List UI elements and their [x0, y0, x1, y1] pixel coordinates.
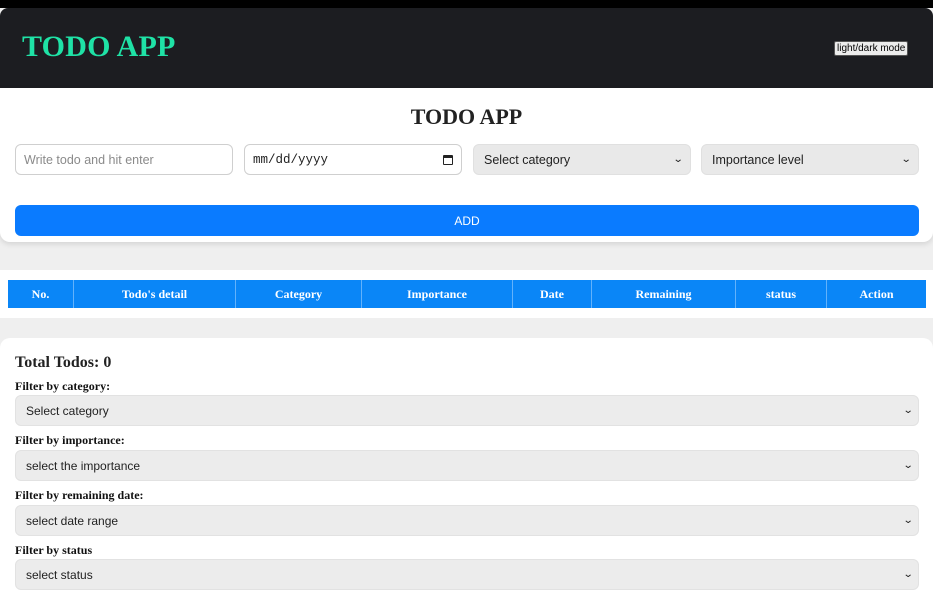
chevron-down-icon: ⌄ — [902, 569, 914, 580]
todo-table: No. Todo's detail Category Importance Da… — [0, 270, 933, 318]
theme-toggle-button[interactable]: light/dark mode — [834, 41, 909, 56]
filter-importance-label: Filter by importance: — [15, 433, 125, 447]
table-header-row: No. Todo's detail Category Importance Da… — [8, 280, 926, 308]
column-header-date: Date — [513, 280, 592, 308]
chevron-down-icon: ⌄ — [900, 154, 912, 165]
filter-status-label: Filter by status — [15, 543, 93, 557]
chevron-down-icon: ⌄ — [902, 460, 914, 471]
column-header-status: status — [736, 280, 827, 308]
filter-status-value: select status — [26, 567, 93, 582]
top-navbar: TODO APP light/dark mode — [0, 8, 933, 88]
chevron-down-icon: ⌄ — [902, 405, 914, 416]
category-select-value: Select category — [484, 152, 571, 167]
filter-category-select[interactable]: Select category ⌄ — [15, 395, 919, 426]
app-window: TODO APP light/dark mode TODO APP mm/dd/… — [0, 8, 933, 591]
column-header-detail: Todo's detail — [74, 280, 236, 308]
add-todo-button[interactable]: ADD — [15, 205, 919, 236]
column-header-category: Category — [236, 280, 362, 308]
todo-date-input[interactable]: mm/dd/yyyy — [244, 144, 462, 175]
form-title: TODO APP — [410, 104, 523, 129]
chevron-down-icon: ⌄ — [902, 515, 914, 526]
filter-importance-select[interactable]: select the importance ⌄ — [15, 450, 919, 481]
filter-category-value: Select category — [26, 403, 109, 418]
filter-importance-value: select the importance — [26, 458, 141, 473]
filter-date-value: select date range — [26, 513, 119, 528]
filter-category-label: Filter by category: — [15, 379, 111, 393]
todo-text-input[interactable] — [15, 144, 233, 175]
total-todos-count: Total Todos: 0 — [15, 354, 112, 371]
column-header-importance: Importance — [362, 280, 513, 308]
date-input-value: mm/dd/yyyy — [253, 152, 329, 167]
filter-date-label: Filter by remaining date: — [15, 488, 144, 502]
importance-select[interactable]: Importance level ⌄ — [701, 144, 919, 175]
column-header-action: Action — [859, 286, 894, 301]
add-todo-form: TODO APP mm/dd/yyyy Select category ⌄ Im… — [0, 88, 933, 242]
filter-panel: Total Todos: 0 Filter by category: Selec… — [0, 338, 933, 591]
importance-select-value: Importance level — [712, 152, 804, 167]
category-select[interactable]: Select category ⌄ — [473, 144, 691, 175]
filter-date-select[interactable]: select date range ⌄ — [15, 505, 919, 536]
chevron-down-icon: ⌄ — [672, 154, 684, 165]
column-header-remaining: Remaining — [592, 280, 736, 308]
brand-logo-text: TODO APP — [22, 30, 176, 63]
calendar-icon[interactable] — [443, 154, 453, 165]
column-header-no: No. — [8, 280, 74, 308]
filter-status-select[interactable]: select status ⌄ — [15, 559, 919, 590]
